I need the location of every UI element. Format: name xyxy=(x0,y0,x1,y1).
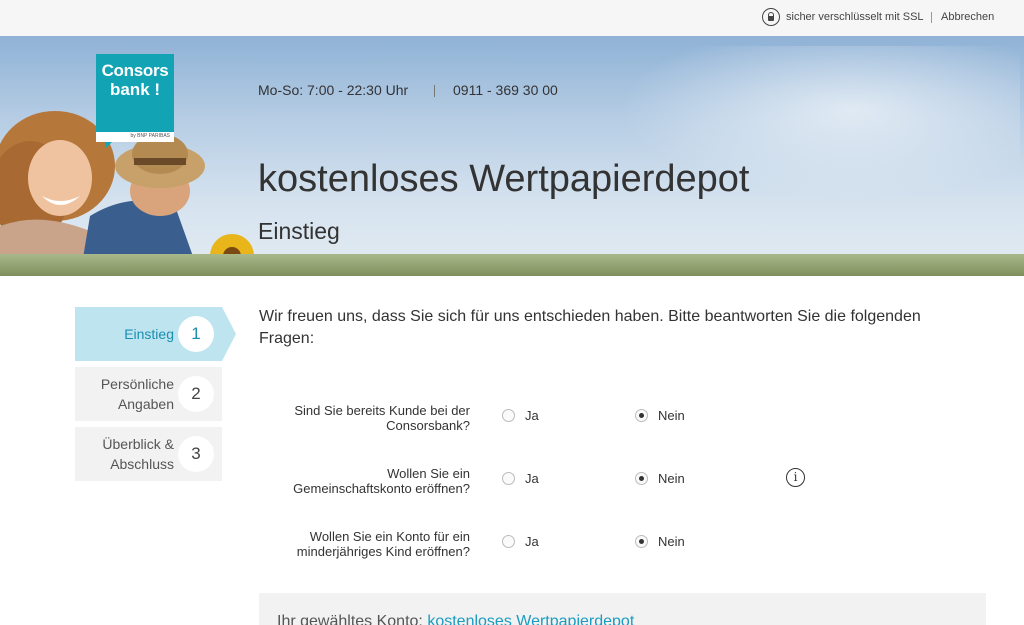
radio-label: Nein xyxy=(658,534,685,549)
step-label: Persönliche Angaben xyxy=(101,374,174,414)
phone-number[interactable]: 0911 - 369 30 00 xyxy=(453,82,558,98)
step-einstieg[interactable]: Einstieg 1 xyxy=(75,307,236,361)
top-bar: sicher verschlüsselt mit SSL Abbrechen xyxy=(0,0,1024,36)
consorsbank-logo[interactable]: Consors bank ! xyxy=(96,54,174,148)
radio-button[interactable] xyxy=(635,409,648,422)
question-minor-account: Wollen Sie ein Konto für ein minderjähri… xyxy=(250,529,470,559)
radio-existing-customer-no[interactable]: Nein xyxy=(635,408,685,423)
lock-icon xyxy=(762,8,780,26)
step-label-line: Überblick & xyxy=(102,436,174,452)
logo-line-1: Consors xyxy=(101,61,169,80)
hero-horizon xyxy=(0,254,1024,276)
logo-tagline: by BNP PARIBAS xyxy=(130,133,170,139)
ssl-notice: sicher verschlüsselt mit SSL xyxy=(762,8,924,26)
radio-button[interactable] xyxy=(502,535,515,548)
page-subtitle: Einstieg xyxy=(258,218,340,244)
radio-label: Nein xyxy=(658,408,685,423)
step-number: 1 xyxy=(178,316,214,352)
logo-tagline-area: by BNP PARIBAS xyxy=(96,132,174,142)
cancel-link[interactable]: Abbrechen xyxy=(941,11,994,23)
step-label: Überblick & Abschluss xyxy=(102,434,174,474)
info-icon[interactable]: i xyxy=(786,468,805,487)
hero-divider xyxy=(434,85,435,97)
opening-hours: Mo-So: 7:00 - 22:30 Uhr xyxy=(258,82,409,98)
page-title: kostenloses Wertpapierdepot xyxy=(258,158,750,200)
question-line: Sind Sie bereits Kunde bei der xyxy=(294,403,470,418)
step-persoenliche-angaben[interactable]: Persönliche Angaben 2 xyxy=(75,367,222,421)
selected-account-summary: Ihr gewähltes Konto: kostenloses Wertpap… xyxy=(259,593,986,625)
question-line: Wollen Sie ein Konto für ein xyxy=(309,529,470,544)
radio-label: Ja xyxy=(525,471,539,486)
hero-banner: Consors bank ! by BNP PARIBAS Mo-So: 7:0… xyxy=(0,36,1024,276)
radio-button[interactable] xyxy=(502,472,515,485)
radio-button[interactable] xyxy=(502,409,515,422)
summary-text: Ihr gewähltes Konto: kostenloses Wertpap… xyxy=(277,613,634,625)
radio-joint-account-yes[interactable]: Ja xyxy=(502,471,539,486)
radio-button[interactable] xyxy=(635,535,648,548)
step-number: 2 xyxy=(178,376,214,412)
step-label-line: Abschluss xyxy=(110,456,174,472)
radio-minor-account-no[interactable]: Nein xyxy=(635,534,685,549)
intro-text: Wir freuen uns, dass Sie sich für uns en… xyxy=(259,308,921,347)
radio-button[interactable] xyxy=(635,472,648,485)
step-ueberblick-abschluss[interactable]: Überblick & Abschluss 3 xyxy=(75,427,222,481)
radio-existing-customer-yes[interactable]: Ja xyxy=(502,408,539,423)
radio-minor-account-yes[interactable]: Ja xyxy=(502,534,539,549)
selected-account-link[interactable]: kostenloses Wertpapierdepot xyxy=(427,613,634,625)
step-label: Einstieg xyxy=(124,324,174,344)
step-label-line: Persönliche xyxy=(100,376,174,392)
question-joint-account: Wollen Sie ein Gemeinschaftskonto eröffn… xyxy=(250,466,470,496)
ssl-label: sicher verschlüsselt mit SSL xyxy=(786,11,924,23)
logo-line-2: bank ! xyxy=(109,80,161,99)
step-label-line: Einstieg xyxy=(124,326,174,342)
summary-prefix: Ihr gewähltes Konto: xyxy=(277,613,423,625)
radio-label: Ja xyxy=(525,534,539,549)
question-line: Consorsbank? xyxy=(386,418,470,433)
radio-joint-account-no[interactable]: Nein xyxy=(635,471,685,486)
topbar-divider xyxy=(931,12,932,23)
question-existing-customer: Sind Sie bereits Kunde bei der Consorsba… xyxy=(250,403,470,433)
radio-label: Nein xyxy=(658,471,685,486)
question-line: minderjähriges Kind eröffnen? xyxy=(296,544,470,559)
step-number: 3 xyxy=(178,436,214,472)
question-line: Gemeinschaftskonto eröffnen? xyxy=(293,481,470,496)
radio-label: Ja xyxy=(525,408,539,423)
question-line: Wollen Sie ein xyxy=(387,466,470,481)
step-label-line: Angaben xyxy=(117,396,174,412)
